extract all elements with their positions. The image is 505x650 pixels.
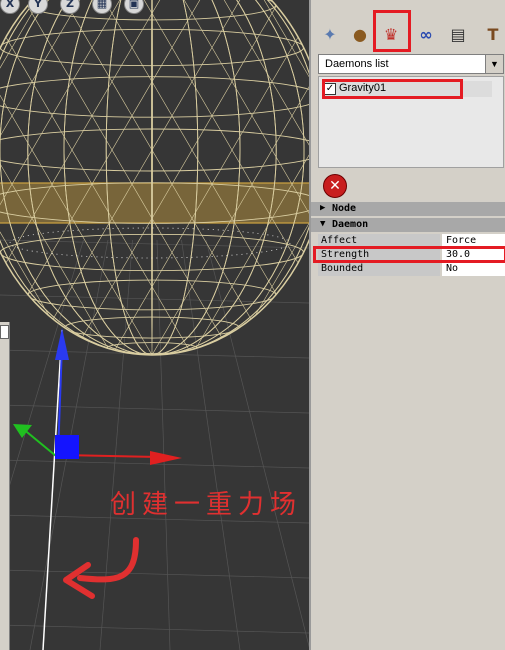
link-tab-icon[interactable]: ∞ (412, 20, 440, 48)
sphere-wireframe (0, 0, 309, 355)
floor-grid-line (0, 404, 309, 414)
sphere-wire-line (271, 0, 309, 355)
sphere-wire-line (0, 233, 305, 272)
sphere-wire-line (27, 279, 277, 311)
x-axis-arrow (150, 451, 182, 465)
gizmo-box (55, 435, 79, 459)
render-tab-icon[interactable]: ▤ (444, 20, 472, 48)
vertical-guide-line (42, 329, 63, 650)
section-daemon-label: Daemon (332, 219, 369, 230)
sphere-wire-line (111, 0, 309, 355)
sphere-wire-line (271, 0, 309, 355)
side-window-button[interactable] (0, 325, 9, 339)
daemon-panel: ✦ ● ♛ ∞ ▤ T Daemons list ▼ ✓ Gravity01 ✕ ▶ No… (309, 0, 505, 650)
annotation-caption: 创建一重力场 (110, 490, 303, 520)
section-daemon[interactable]: ▼ Daemon (311, 218, 505, 232)
side-window-edge (0, 322, 10, 650)
active-tab-highlight (373, 10, 411, 52)
sphere-wire-line (0, 128, 309, 172)
expand-arrow-icon: ▶ (320, 203, 326, 213)
chevron-down-icon[interactable]: ▼ (485, 55, 503, 73)
sphere-wire-line (111, 0, 309, 355)
daemons-list-dropdown[interactable]: Daemons list ▼ (318, 54, 504, 74)
viewport-canvas[interactable] (0, 0, 309, 650)
tools-tab-icon[interactable]: T (479, 20, 505, 48)
list-item-highlight (322, 79, 463, 99)
dropdown-value: Daemons list (325, 58, 389, 70)
sphere-wire-line (0, 0, 73, 355)
sphere-wire-line (64, 316, 240, 339)
property-value[interactable]: No (442, 262, 505, 276)
material-tab-icon[interactable]: ● (346, 20, 374, 48)
z-axis-line (21, 427, 57, 457)
sphere-wire-line (0, 0, 153, 355)
section-node-label: Node (332, 203, 357, 214)
collapse-arrow-icon: ▼ (320, 219, 326, 229)
delete-button[interactable]: ✕ (323, 174, 347, 198)
y-axis-arrow (55, 328, 69, 360)
property-row-bounded[interactable]: Bounded No (318, 262, 505, 276)
ground-plane-band (0, 183, 309, 223)
sphere-wire-line (0, 76, 309, 118)
particle-tab-icon[interactable]: ✦ (316, 20, 344, 48)
floor-grid-line (99, 239, 133, 650)
3d-viewport[interactable]: X Y Z ▦ ▣ 创建一重力场 (0, 0, 309, 650)
floor-grid-line (156, 239, 171, 650)
section-node[interactable]: ▶ Node (311, 202, 505, 216)
floor-grid-line (0, 624, 309, 634)
daemon-list: ✓ Gravity01 (318, 76, 504, 168)
sphere-wire-line (0, 0, 73, 355)
sphere-wire-line (151, 0, 153, 355)
sphere-wire-line (0, 0, 153, 355)
inner-dotted-ring (9, 227, 291, 259)
property-name: Bounded (318, 262, 440, 276)
strength-highlight (313, 246, 505, 263)
floor-grid-line (181, 239, 241, 650)
z-axis-arrow (13, 424, 32, 438)
floor-grid-line (0, 569, 309, 579)
